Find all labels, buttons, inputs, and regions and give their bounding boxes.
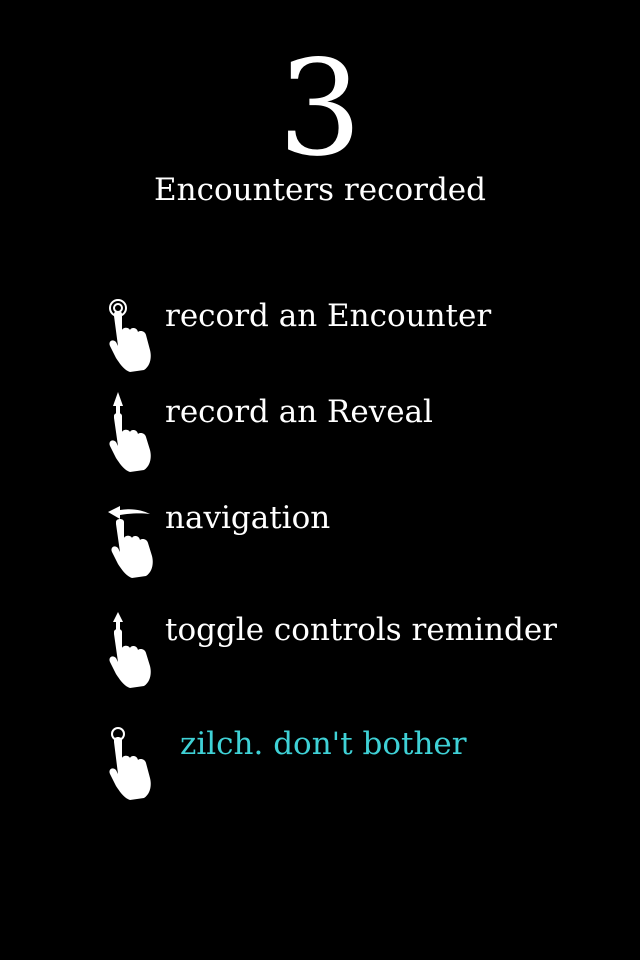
gesture-record-encounter[interactable]: record an Encounter <box>0 296 640 386</box>
gesture-label: zilch. don't bother <box>180 726 467 762</box>
encounter-count: 3 <box>278 32 362 186</box>
tap-hand-icon <box>109 299 151 372</box>
encounter-count-label: Encounters recorded <box>154 172 486 208</box>
swipe-up-hand-icon <box>109 612 151 688</box>
gesture-toggle-controls[interactable]: toggle controls reminder <box>0 610 640 700</box>
gesture-label: record an Encounter <box>165 298 492 334</box>
swipe-left-hand-icon <box>108 506 153 578</box>
gesture-record-reveal[interactable]: record an Reveal <box>0 392 640 482</box>
tap-hand-icon <box>109 727 151 800</box>
gesture-navigation[interactable]: navigation <box>0 498 640 588</box>
gesture-label: navigation <box>165 500 331 536</box>
gesture-zilch[interactable]: zilch. don't bother <box>0 724 640 814</box>
swipe-up-hand-icon <box>109 392 151 472</box>
gesture-label: record an Reveal <box>165 394 433 430</box>
gesture-label: toggle controls reminder <box>165 612 557 648</box>
